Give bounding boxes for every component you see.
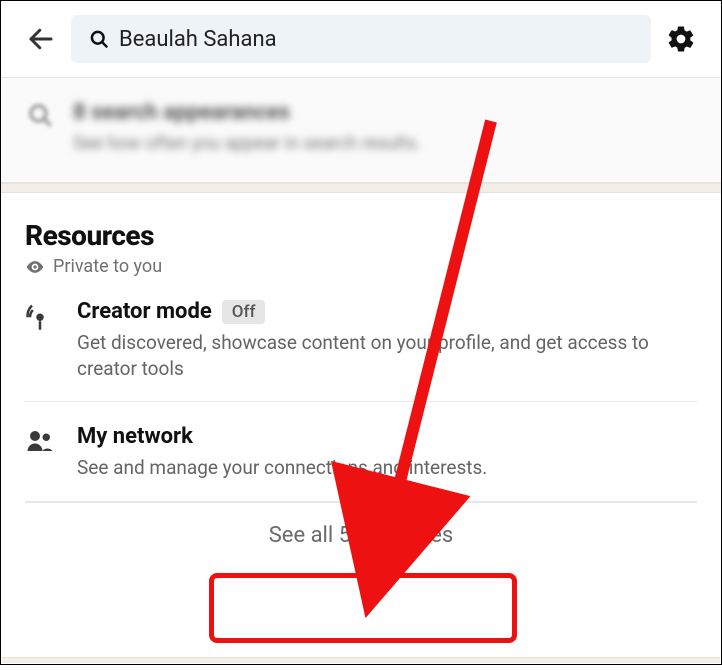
search-appearances-text: 8 search appearances See how often you a… [73,100,421,154]
settings-button[interactable] [661,19,701,59]
broadcast-icon [25,299,57,381]
resources-title: Resources [25,219,697,252]
section-divider [2,657,720,663]
top-bar: Beaulah Sahana [1,1,721,77]
people-icon [25,424,57,481]
creator-mode-status-badge: Off [222,300,266,324]
resources-privacy-label: Private to you [25,256,697,277]
back-button[interactable] [21,19,61,59]
gear-icon [666,24,696,54]
resource-item-title: Creator mode [77,299,212,324]
search-icon [27,102,53,132]
search-appearances-card[interactable]: 8 search appearances See how often you a… [1,77,721,183]
section-divider [1,183,721,193]
search-appearances-subtitle: See how often you appear in search resul… [73,133,421,154]
search-input[interactable]: Beaulah Sahana [71,15,651,63]
annotation-highlight-box [209,573,517,643]
see-all-resources-button[interactable]: See all 5 resources [269,523,454,548]
resource-item-description: See and manage your connections and inte… [77,455,697,481]
resources-section: Resources Private to you Creator mode Of… [1,193,721,568]
search-icon [89,29,109,49]
search-appearances-title: 8 search appearances [73,100,421,125]
see-all-resources-row: See all 5 resources [25,502,697,568]
resource-item-description: Get discovered, showcase content on your… [77,330,697,381]
arrow-left-icon [26,24,56,54]
resource-item-my-network[interactable]: My network See and manage your connectio… [25,402,697,502]
search-value: Beaulah Sahana [119,27,277,52]
resource-item-creator-mode[interactable]: Creator mode Off Get discovered, showcas… [25,277,697,402]
resource-item-title: My network [77,424,193,449]
resources-privacy-text: Private to you [53,256,162,277]
eye-icon [25,257,45,277]
